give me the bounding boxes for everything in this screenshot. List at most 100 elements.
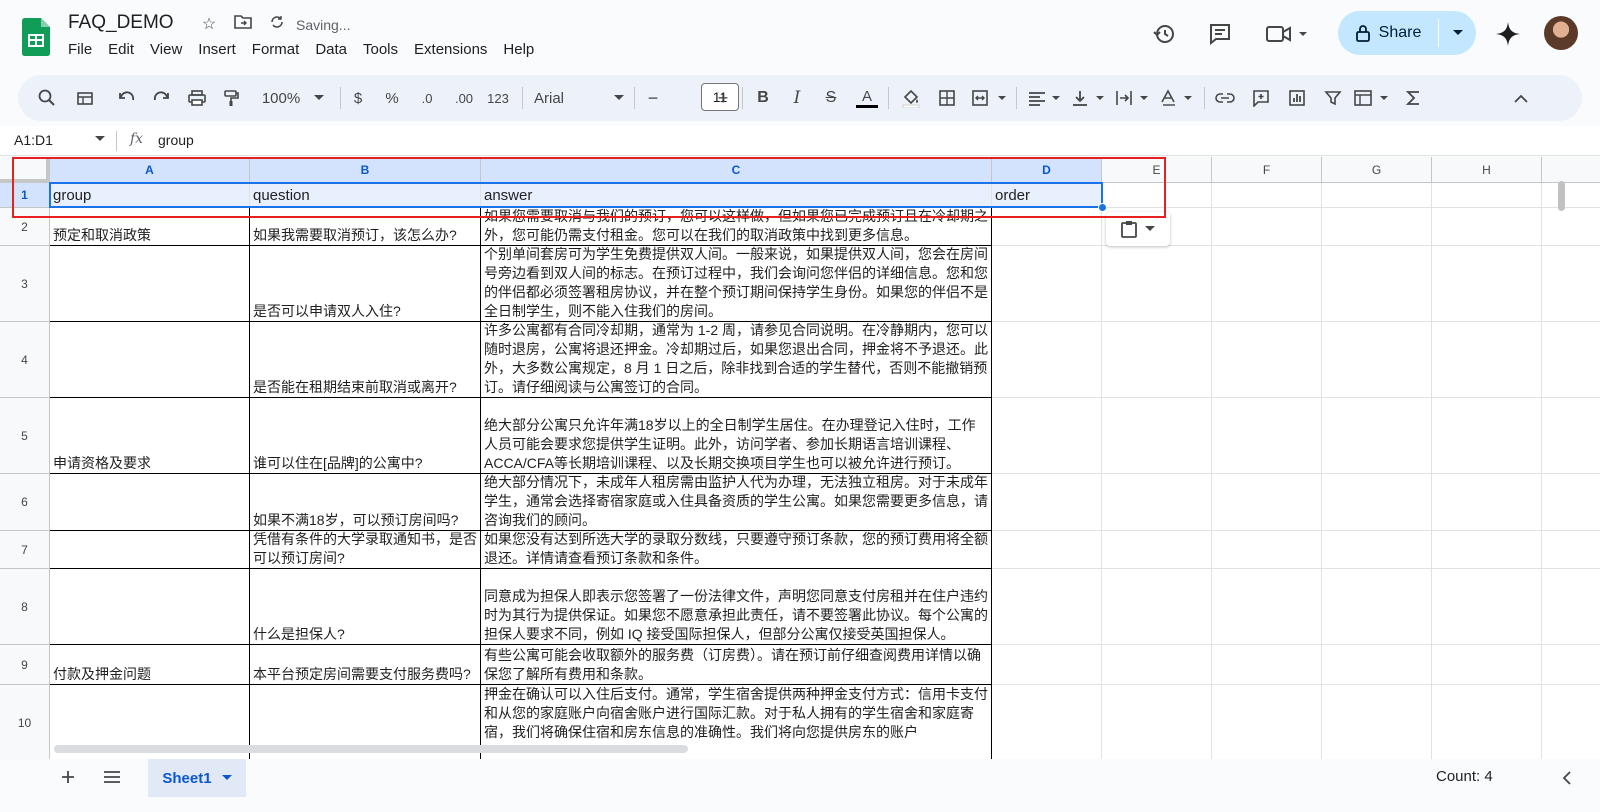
row-header-9[interactable]: 9	[0, 645, 50, 685]
cell-b5[interactable]: 谁可以住在[品牌]的公寓中?	[250, 398, 481, 474]
paste-options-button[interactable]	[1106, 212, 1170, 246]
print-icon[interactable]	[186, 86, 208, 110]
chevron-down-icon[interactable]	[221, 775, 232, 781]
menu-extensions[interactable]: Extensions	[414, 41, 495, 58]
cell-c2[interactable]: 如果您需要取消与我们的预订，您可以这样做，但如果您已完成预订且在冷却期之外，您可…	[481, 208, 992, 246]
text-rotation-icon[interactable]	[1158, 86, 1196, 110]
row-header-3[interactable]: 3	[0, 246, 50, 322]
empty-columns-area[interactable]	[1102, 183, 1600, 759]
fill-color-icon[interactable]	[898, 86, 924, 110]
selection-count[interactable]: Count: 4	[1436, 768, 1493, 785]
row-header-4[interactable]: 4	[0, 322, 50, 398]
undo-icon[interactable]	[116, 86, 138, 110]
cell-b7[interactable]: 凭借有条件的大学录取通知书，是否可以预订房间?	[250, 531, 481, 569]
text-color-button[interactable]: A	[854, 86, 880, 110]
increase-font-size-button[interactable]: +	[712, 86, 734, 110]
spreadsheet-grid[interactable]: A B C D E F G H 1 group question answer …	[0, 157, 1600, 759]
column-header-i[interactable]	[1542, 157, 1600, 183]
row-header-10[interactable]: 10	[0, 685, 50, 759]
templates-icon[interactable]	[74, 86, 96, 110]
share-dropdown-icon[interactable]	[1439, 11, 1476, 55]
column-header-a[interactable]: A	[50, 157, 250, 183]
strikethrough-button[interactable]: S	[820, 86, 842, 110]
decrease-font-size-button[interactable]: −	[642, 86, 664, 110]
menu-insert[interactable]: Insert	[198, 41, 244, 58]
gemini-sparkle-icon[interactable]	[1492, 18, 1524, 50]
cell-a2[interactable]: 预定和取消政策	[50, 208, 250, 246]
comments-icon[interactable]	[1204, 18, 1236, 50]
row-header-6[interactable]: 6	[0, 474, 50, 531]
cell-d9[interactable]	[992, 645, 1102, 685]
cell-b4[interactable]: 是否能在租期结束前取消或离开?	[250, 322, 481, 398]
row-header-8[interactable]: 8	[0, 569, 50, 645]
bold-button[interactable]: B	[752, 86, 774, 110]
cell-b1[interactable]: question	[250, 183, 481, 208]
menu-tools[interactable]: Tools	[363, 41, 406, 58]
name-box[interactable]: A1:D1	[14, 132, 53, 148]
fill-handle[interactable]	[1098, 203, 1107, 212]
percent-format-button[interactable]: %	[380, 86, 404, 110]
menu-file[interactable]: File	[68, 41, 100, 58]
row-header-7[interactable]: 7	[0, 531, 50, 569]
column-header-f[interactable]: F	[1212, 157, 1322, 183]
row-header-1[interactable]: 1	[0, 183, 50, 208]
cell-d8[interactable]	[992, 569, 1102, 645]
menu-view[interactable]: View	[150, 41, 190, 58]
zoom-select[interactable]: 100%	[254, 86, 332, 110]
menu-format[interactable]: Format	[252, 41, 308, 58]
row-header-2[interactable]: 2	[0, 208, 50, 246]
cell-a1[interactable]: group	[50, 183, 250, 208]
cell-c4[interactable]: 许多公寓都有合同冷却期，通常为 1-2 周，请参见合同说明。在冷静期内，您可以随…	[481, 322, 992, 398]
all-sheets-menu-icon[interactable]	[102, 767, 122, 787]
sheets-logo-icon[interactable]	[22, 18, 50, 56]
insert-comment-icon[interactable]	[1250, 86, 1272, 110]
cell-d7[interactable]	[992, 531, 1102, 569]
filter-views-icon[interactable]	[1352, 86, 1392, 110]
cell-a4[interactable]	[50, 322, 250, 398]
borders-icon[interactable]	[936, 86, 958, 110]
column-header-g[interactable]: G	[1322, 157, 1432, 183]
version-history-icon[interactable]	[1148, 18, 1180, 50]
document-title[interactable]: FAQ_DEMO	[68, 12, 174, 34]
functions-icon[interactable]	[1402, 86, 1424, 110]
cell-d3[interactable]	[992, 246, 1102, 322]
cell-c8[interactable]: 同意成为担保人即表示您签署了一份法律文件，声明您同意支付房租并在住户违约时为其行…	[481, 569, 992, 645]
menu-edit[interactable]: Edit	[108, 41, 142, 58]
currency-format-button[interactable]: $	[348, 86, 368, 110]
sheet-tab-sheet1[interactable]: Sheet1	[148, 759, 246, 797]
cell-a7[interactable]	[50, 531, 250, 569]
meet-video-icon[interactable]	[1264, 18, 1314, 50]
italic-button[interactable]: I	[786, 86, 808, 110]
cell-d5[interactable]	[992, 398, 1102, 474]
side-panel-toggle-icon[interactable]	[1562, 771, 1572, 790]
cell-c1[interactable]: answer	[481, 183, 992, 208]
cell-a6[interactable]	[50, 474, 250, 531]
select-all-corner[interactable]	[0, 157, 50, 183]
cell-a3[interactable]	[50, 246, 250, 322]
cell-b6[interactable]: 如果不满18岁，可以预订房间吗?	[250, 474, 481, 531]
font-select[interactable]: Arial	[534, 86, 624, 110]
filter-icon[interactable]	[1322, 86, 1344, 110]
cell-b2[interactable]: 如果我需要取消预订，该怎么办?	[250, 208, 481, 246]
insert-chart-icon[interactable]	[1286, 86, 1308, 110]
chevron-down-icon[interactable]	[95, 136, 105, 142]
column-header-e[interactable]: E	[1102, 157, 1212, 183]
cell-c3[interactable]: 个别单间套房可为学生免费提供双人间。一般来说，如果提供双人间，您会在房间号旁边看…	[481, 246, 992, 322]
column-header-h[interactable]: H	[1432, 157, 1542, 183]
cell-b8[interactable]: 什么是担保人?	[250, 569, 481, 645]
cell-d4[interactable]	[992, 322, 1102, 398]
cell-c6[interactable]: 绝大部分情况下，未成年人租房需由监护人代为办理，无法独立租房。对于未成年学生，通…	[481, 474, 992, 531]
text-wrapping-icon[interactable]	[1114, 86, 1152, 110]
search-menus-icon[interactable]	[36, 86, 58, 110]
paint-format-icon[interactable]	[220, 86, 242, 110]
row-header-5[interactable]: 5	[0, 398, 50, 474]
vertical-scrollbar[interactable]	[1556, 157, 1566, 737]
cell-b9[interactable]: 本平台预定房间需要支付服务费吗?	[250, 645, 481, 685]
cell-a9[interactable]: 付款及押金问题	[50, 645, 250, 685]
menu-help[interactable]: Help	[503, 41, 542, 58]
column-header-d[interactable]: D	[992, 157, 1102, 183]
vertical-align-icon[interactable]	[1070, 86, 1108, 110]
cell-d1[interactable]: order	[992, 183, 1102, 208]
horizontal-scrollbar[interactable]	[50, 743, 1550, 755]
column-header-b[interactable]: B	[250, 157, 481, 183]
